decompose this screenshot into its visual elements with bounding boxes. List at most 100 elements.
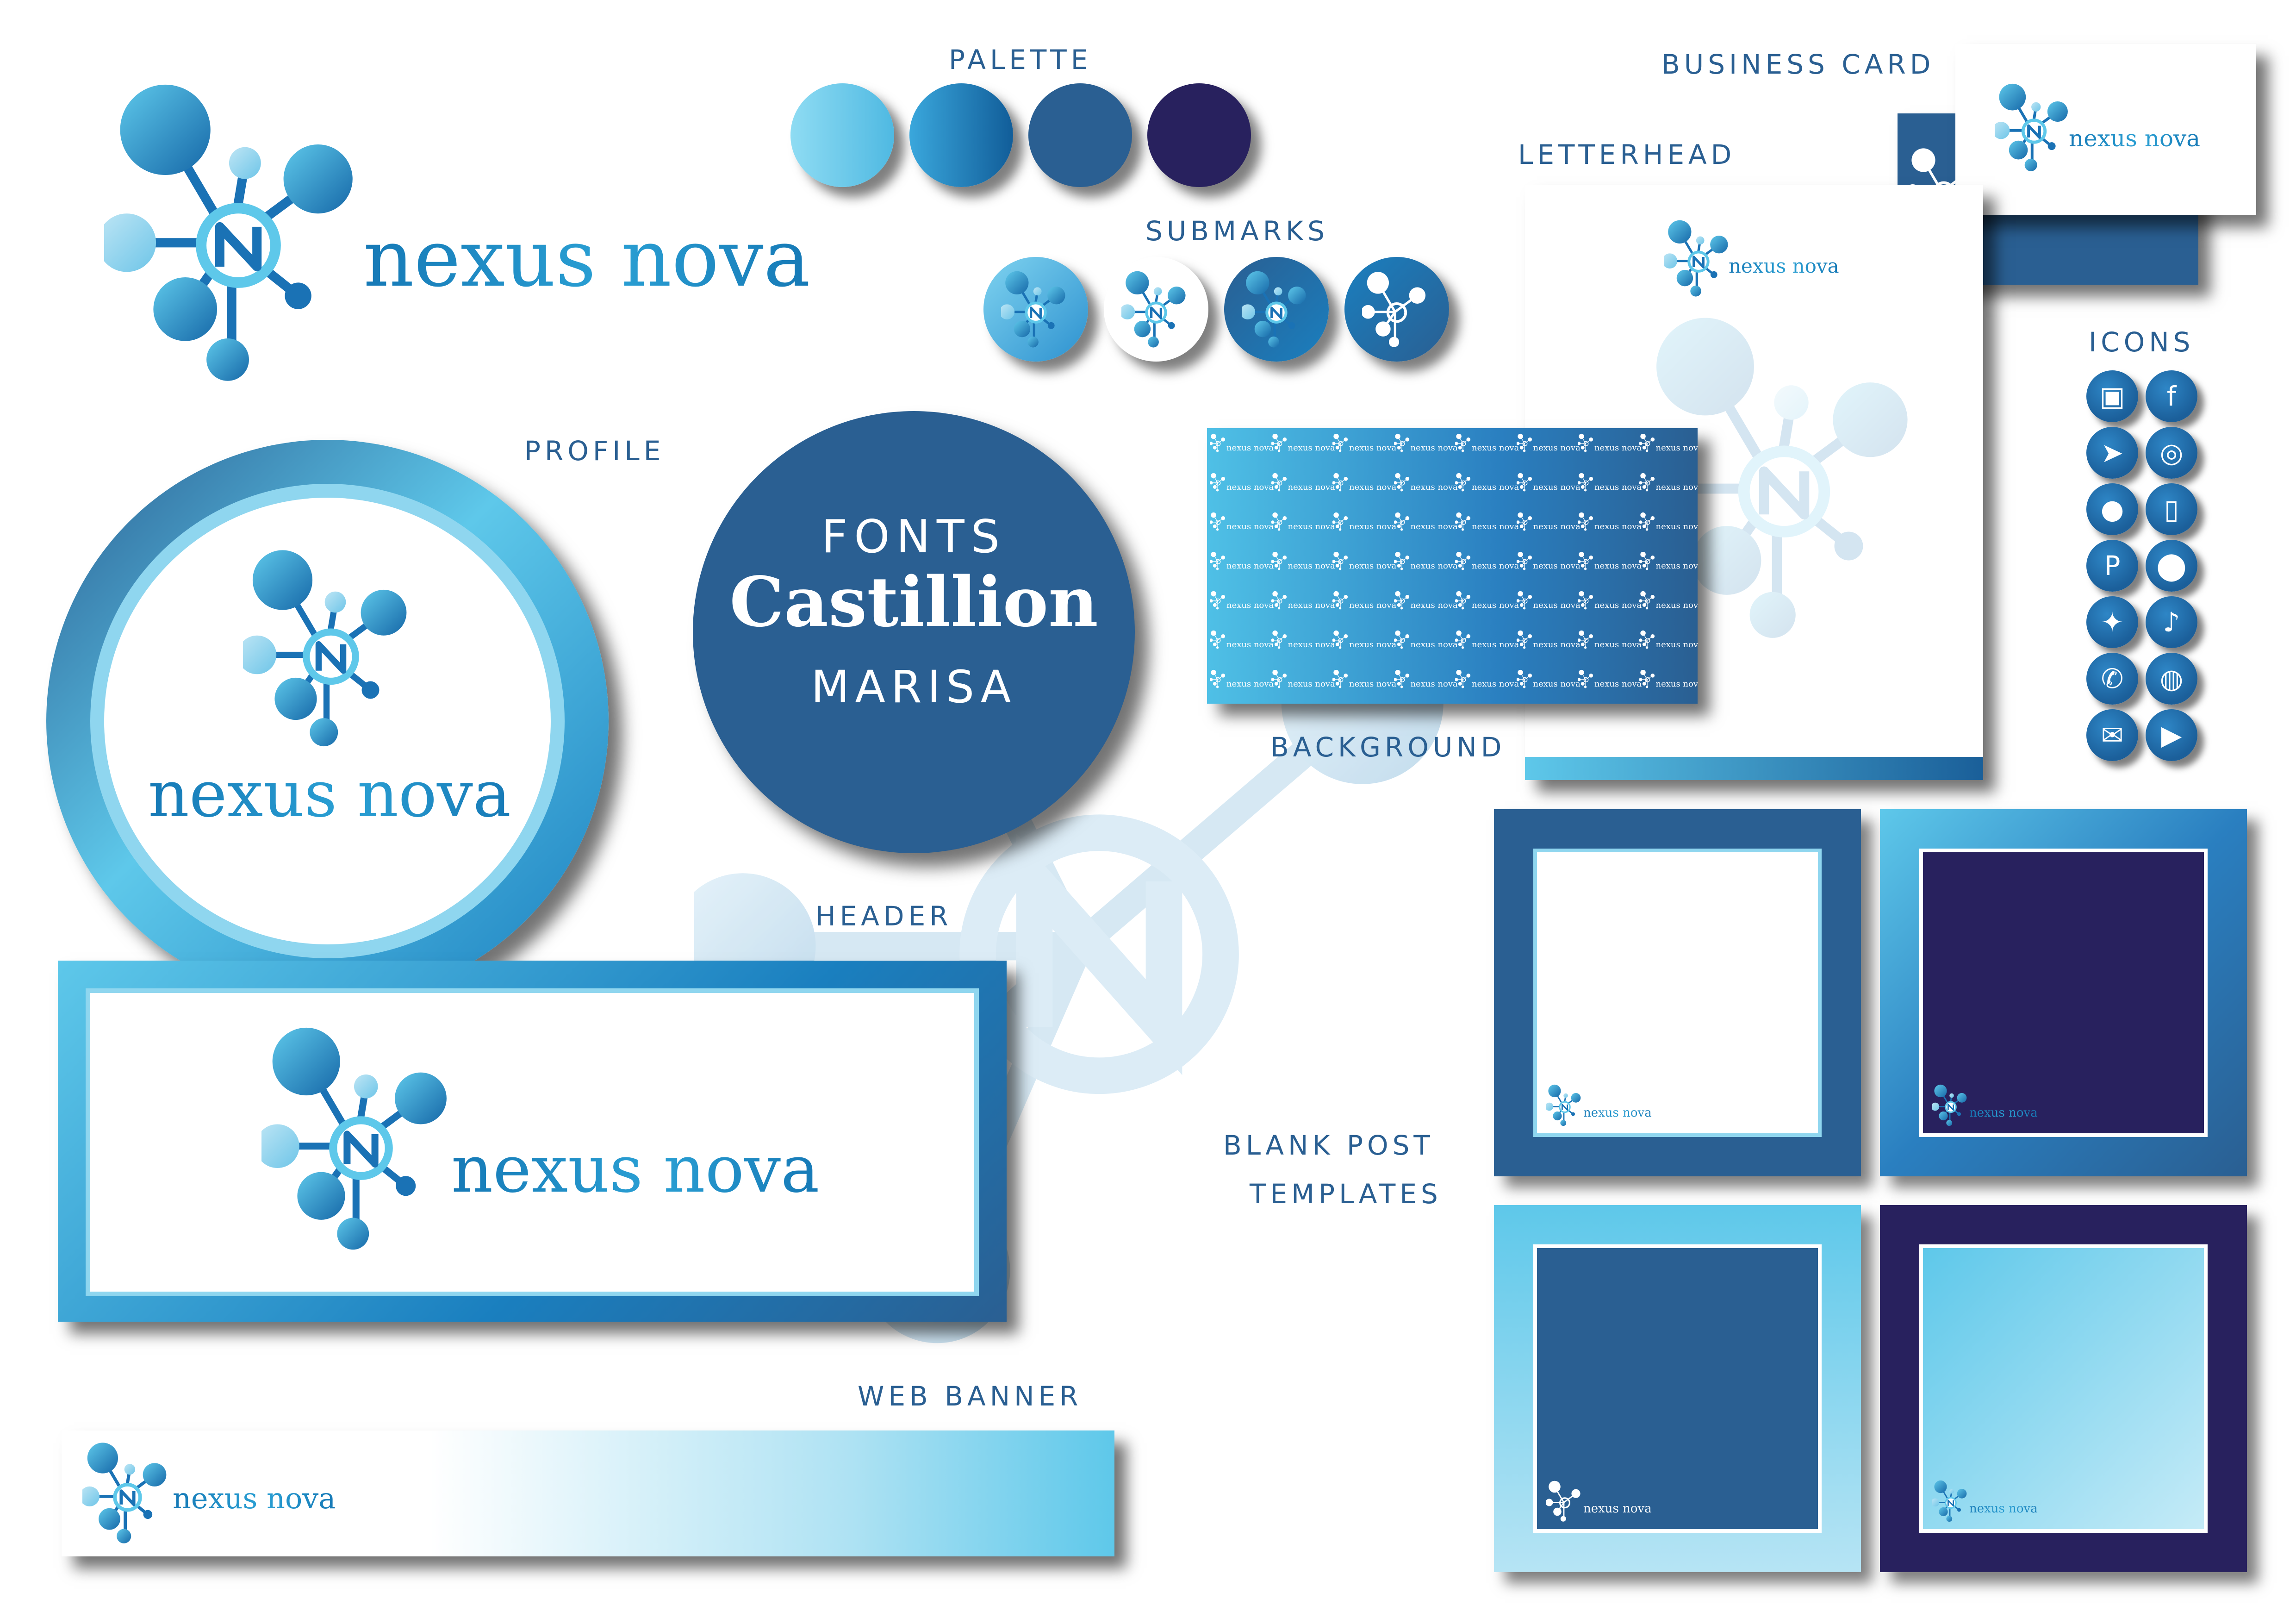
pattern-wordmark: nexus nova [1410, 561, 1458, 571]
pattern-molecule-icon [1578, 433, 1594, 453]
pattern-molecule-icon [1455, 472, 1472, 493]
pattern-tile: nexus nova [1455, 669, 1519, 704]
pattern-molecule-icon [1332, 433, 1349, 453]
pattern-molecule-icon [1578, 472, 1594, 493]
pattern-molecule-icon [1517, 433, 1533, 453]
pattern-wordmark: nexus nova [1594, 561, 1642, 571]
whatsapp-icon[interactable]: ✆ [2086, 653, 2138, 705]
pattern-molecule-icon [1578, 590, 1594, 611]
pattern-tile: nexus nova [1455, 512, 1519, 546]
pattern-molecule-icon [1639, 590, 1656, 611]
pattern-tile: nexus nova [1578, 669, 1642, 704]
pattern-tile: nexus nova [1271, 433, 1335, 468]
pattern-molecule-icon [1455, 590, 1472, 611]
instagram-icon[interactable]: ◎ [2146, 427, 2197, 479]
business-card-molecule-icon [1995, 83, 2073, 174]
post-template-3-wordmark: nexus nova [1583, 1502, 1652, 1516]
icons-label: ICONS [2089, 326, 2195, 358]
pattern-tile: nexus nova [1394, 669, 1458, 704]
post-template-2-wordmark: nexus nova [1969, 1106, 2038, 1120]
pattern-tile: nexus nova [1210, 472, 1274, 507]
pattern-tile: nexus nova [1639, 630, 1698, 664]
instagram-tv-icon[interactable]: ▣ [2086, 370, 2138, 422]
pattern-molecule-icon [1394, 512, 1411, 532]
pattern-molecule-icon [1271, 472, 1288, 493]
pattern-wordmark: nexus nova [1533, 600, 1580, 610]
pattern-molecule-icon [1639, 472, 1656, 493]
youtube-icon[interactable]: ▶ [2146, 709, 2197, 761]
pattern-wordmark: nexus nova [1655, 640, 1698, 650]
pattern-wordmark: nexus nova [1288, 600, 1335, 610]
pinterest-icon[interactable]: P [2086, 540, 2138, 592]
twitter-icon[interactable]: ✦ [2086, 596, 2138, 648]
pattern-tile: nexus nova [1210, 551, 1274, 586]
pattern-wordmark: nexus nova [1410, 679, 1458, 689]
pattern-wordmark: nexus nova [1655, 522, 1698, 531]
pattern-molecule-icon [1639, 433, 1656, 453]
pattern-tile: nexus nova [1578, 551, 1642, 586]
pattern-molecule-icon [1517, 669, 1533, 689]
pattern-tile: nexus nova [1455, 551, 1519, 586]
submark-steel [1224, 257, 1329, 362]
pattern-molecule-icon [1455, 512, 1472, 532]
pattern-wordmark: nexus nova [1226, 443, 1274, 453]
pattern-tile: nexus nova [1578, 433, 1642, 468]
background-pattern-grid: nexus nova nexus nova nexus nova nexus nova… [1207, 428, 1698, 704]
tiktok-icon[interactable]: ♪ [2146, 596, 2197, 648]
location-pin-icon[interactable]: ⬤ [2146, 540, 2197, 592]
pattern-tile: nexus nova [1332, 669, 1396, 704]
pattern-wordmark: nexus nova [1410, 443, 1458, 453]
submark-sky [983, 257, 1088, 362]
pattern-molecule-icon [1455, 551, 1472, 571]
pattern-wordmark: nexus nova [1533, 640, 1580, 650]
pattern-wordmark: nexus nova [1533, 522, 1580, 531]
globe-icon[interactable]: ◍ [2146, 653, 2197, 705]
pattern-tile: nexus nova [1639, 512, 1698, 546]
phone-icon[interactable]: ▯ [2146, 483, 2197, 535]
pattern-tile: nexus nova [1332, 472, 1396, 507]
pattern-tile: nexus nova [1271, 472, 1335, 507]
pattern-molecule-icon [1517, 472, 1533, 493]
pattern-tile: nexus nova [1517, 590, 1580, 625]
pattern-wordmark: nexus nova [1655, 600, 1698, 610]
pattern-wordmark: nexus nova [1594, 679, 1642, 689]
pattern-molecule-icon [1271, 590, 1288, 611]
submark-molecule-icon [1242, 271, 1311, 350]
pattern-molecule-icon [1394, 551, 1411, 571]
mail-icon[interactable]: ✉ [2086, 709, 2138, 761]
pattern-wordmark: nexus nova [1533, 443, 1580, 453]
pattern-molecule-icon [1455, 669, 1472, 689]
pattern-wordmark: nexus nova [1472, 561, 1519, 571]
letterhead-footer-bar [1525, 757, 1983, 780]
pattern-tile: nexus nova [1210, 630, 1274, 664]
pattern-molecule-icon [1271, 512, 1288, 532]
post-template-2-molecule-icon [1932, 1084, 1969, 1128]
user-icon[interactable]: ● [2086, 483, 2138, 535]
cursor-icon[interactable]: ➤ [2086, 427, 2138, 479]
pattern-tile: nexus nova [1639, 433, 1698, 468]
palette-swatch-mid [909, 83, 1013, 187]
pattern-molecule-icon [1332, 472, 1349, 493]
pattern-molecule-icon [1332, 551, 1349, 571]
pattern-wordmark: nexus nova [1288, 679, 1335, 689]
pattern-molecule-icon [1271, 669, 1288, 689]
pattern-tile: nexus nova [1639, 590, 1698, 625]
pattern-molecule-icon [1455, 433, 1472, 453]
fonts-circle: FONTS Castillion MARISA [693, 411, 1135, 853]
pattern-wordmark: nexus nova [1226, 679, 1274, 689]
pattern-wordmark: nexus nova [1533, 561, 1580, 571]
pattern-tile: nexus nova [1455, 630, 1519, 664]
fonts-primary-sample: Castillion [729, 562, 1098, 642]
pattern-wordmark: nexus nova [1472, 482, 1519, 492]
pattern-molecule-icon [1394, 630, 1411, 650]
pattern-molecule-icon [1517, 590, 1533, 611]
pattern-tile: nexus nova [1332, 551, 1396, 586]
pattern-tile: nexus nova [1210, 669, 1274, 704]
profile-molecule-icon [243, 549, 419, 752]
pattern-wordmark: nexus nova [1226, 600, 1274, 610]
pattern-tile: nexus nova [1455, 433, 1519, 468]
pattern-tile: nexus nova [1639, 669, 1698, 704]
background-label: BACKGROUND [1270, 731, 1506, 763]
facebook-icon[interactable]: f [2146, 370, 2197, 422]
pattern-molecule-icon [1271, 630, 1288, 650]
